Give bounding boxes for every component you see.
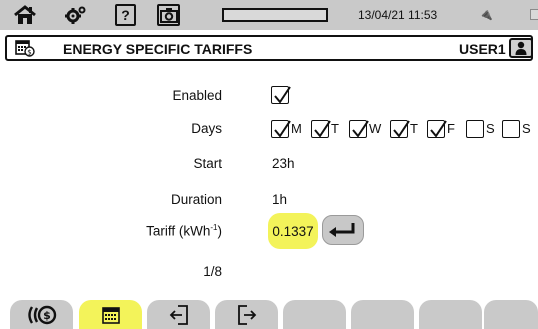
- day-letter: W: [369, 121, 382, 136]
- tab-empty-7[interactable]: [419, 300, 482, 329]
- datetime-display: 13/04/21 11:53: [358, 8, 438, 22]
- day-letter: T: [410, 121, 418, 136]
- days-label: Days: [191, 121, 222, 136]
- enter-arrow-icon: [329, 223, 355, 237]
- day-checkbox[interactable]: [466, 120, 484, 138]
- usb-icon: 🔌: [479, 9, 493, 21]
- enabled-checkbox[interactable]: [271, 86, 291, 104]
- user-icon: [515, 41, 527, 55]
- day-checkbox[interactable]: [502, 120, 520, 138]
- page-title: ENERGY SPECIFIC TARIFFS: [63, 41, 253, 57]
- user-profile-button[interactable]: [509, 38, 533, 58]
- day-checkbox[interactable]: [349, 120, 369, 138]
- export-icon: [237, 304, 256, 325]
- help-icon[interactable]: ?: [115, 4, 136, 26]
- tab-import[interactable]: [147, 300, 210, 329]
- settings-gear-icon[interactable]: [64, 4, 88, 26]
- day-checkbox[interactable]: [427, 120, 447, 138]
- tariff-unit-exponent: -1: [210, 223, 218, 232]
- home-icon[interactable]: [12, 4, 38, 26]
- status-bar: ? 13/04/21 11:53 🔌: [0, 0, 538, 30]
- screen-title-bar: $ ENERGY SPECIFIC TARIFFS USER1: [5, 35, 533, 61]
- day-letter: S: [486, 121, 495, 136]
- user-label: USER1: [459, 41, 506, 57]
- svg-text:$: $: [27, 49, 31, 57]
- tariff-value-field[interactable]: 0.1337: [268, 213, 318, 249]
- enter-button[interactable]: [322, 215, 364, 245]
- start-value[interactable]: 23h: [272, 156, 295, 171]
- day-checkbox[interactable]: [390, 120, 410, 138]
- connection-status: 🔌: [479, 8, 493, 21]
- import-icon: [169, 304, 188, 325]
- tariff-label: Tariff (kWh-1): [146, 223, 222, 239]
- battery-icon: [530, 9, 538, 20]
- tab-calendar[interactable]: [79, 300, 142, 329]
- duration-value[interactable]: 1h: [272, 192, 287, 207]
- tab-empty-5[interactable]: [283, 300, 346, 329]
- day-checkbox[interactable]: [271, 120, 291, 138]
- enabled-label: Enabled: [172, 88, 222, 103]
- duration-label: Duration: [170, 192, 222, 207]
- camera-icon[interactable]: [157, 4, 180, 26]
- day-checkbox[interactable]: [311, 120, 331, 138]
- tab-empty-6[interactable]: [351, 300, 414, 329]
- tab-export[interactable]: [215, 300, 278, 329]
- svg-text:$: $: [43, 309, 51, 322]
- page-indicator: 1/8: [203, 264, 222, 279]
- tab-empty-8[interactable]: [484, 300, 538, 329]
- tab-energy-cost[interactable]: $: [10, 300, 73, 329]
- start-label: Start: [193, 156, 222, 171]
- calendar-tariff-icon: $: [15, 39, 35, 57]
- status-message-field: [222, 8, 328, 22]
- day-letter: S: [522, 121, 531, 136]
- day-letter: T: [331, 121, 339, 136]
- calendar-icon: [101, 306, 120, 324]
- day-letter: F: [447, 121, 455, 136]
- day-letter: M: [291, 121, 302, 136]
- energy-cost-icon: $: [27, 305, 56, 324]
